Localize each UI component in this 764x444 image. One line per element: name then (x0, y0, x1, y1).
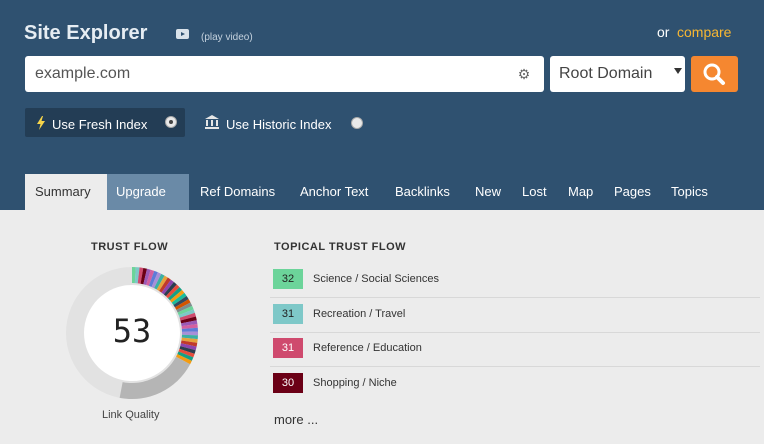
tab-map[interactable]: Map (568, 174, 593, 210)
tab-topics[interactable]: Topics (671, 174, 708, 210)
tab-pages[interactable]: Pages (614, 174, 651, 210)
tab-backlinks[interactable]: Backlinks (395, 174, 450, 210)
topic-row[interactable]: 30 Shopping / Niche (270, 367, 760, 402)
search-box (25, 56, 544, 92)
fresh-index-label: Use Fresh Index (52, 117, 148, 132)
more-topics-link[interactable]: more ... (274, 412, 318, 427)
search-button[interactable] (691, 56, 738, 92)
topic-label: Shopping / Niche (313, 377, 397, 389)
trust-flow-title: TRUST FLOW (91, 241, 169, 253)
search-input[interactable] (25, 56, 505, 92)
gauge-segment (181, 331, 198, 336)
bank-icon (205, 115, 219, 129)
topic-score-badge: 31 (273, 338, 303, 358)
domain-scope-label: Root Domain (559, 65, 653, 82)
play-video-link[interactable]: (play video) (201, 32, 253, 43)
tab-upgrade-arrow (176, 174, 188, 210)
topic-label: Science / Social Sciences (313, 273, 439, 285)
topic-score-badge: 30 (273, 373, 303, 393)
topic-row[interactable]: 31 Recreation / Travel (270, 298, 760, 333)
topic-row[interactable]: 31 Reference / Education (270, 332, 760, 367)
bolt-icon (37, 116, 45, 130)
or-text: or (657, 24, 670, 40)
topic-score-badge: 32 (273, 269, 303, 289)
caret-down-icon (674, 68, 682, 74)
topic-row[interactable]: 32 Science / Social Sciences (270, 263, 760, 298)
historic-index-option[interactable]: Use Historic Index (200, 108, 375, 137)
gear-icon[interactable]: ⚙ (516, 66, 532, 82)
tab-lost[interactable]: Lost (522, 174, 547, 210)
link-quality-caption: Link Quality (102, 409, 160, 421)
historic-index-label: Use Historic Index (226, 117, 332, 132)
page-title: Site Explorer (24, 22, 148, 44)
search-icon (703, 63, 725, 85)
play-icon[interactable] (176, 29, 189, 39)
tab-ref-domains[interactable]: Ref Domains (200, 174, 275, 210)
domain-scope-select[interactable]: Root Domain (550, 56, 685, 92)
topic-label: Reference / Education (313, 342, 422, 354)
tab-summary[interactable]: Summary (25, 174, 107, 210)
tab-anchor-text[interactable]: Anchor Text (300, 174, 368, 210)
compare-link[interactable]: compare (677, 24, 731, 40)
historic-index-radio[interactable] (351, 117, 363, 129)
trust-flow-value: 53 (112, 312, 152, 350)
fresh-index-option[interactable]: Use Fresh Index (25, 108, 185, 137)
tab-new[interactable]: New (475, 174, 501, 210)
topic-label: Recreation / Travel (313, 308, 406, 320)
fresh-index-radio[interactable] (165, 116, 177, 128)
topical-trust-flow-title: TOPICAL TRUST FLOW (274, 241, 407, 253)
topic-score-badge: 31 (273, 304, 303, 324)
